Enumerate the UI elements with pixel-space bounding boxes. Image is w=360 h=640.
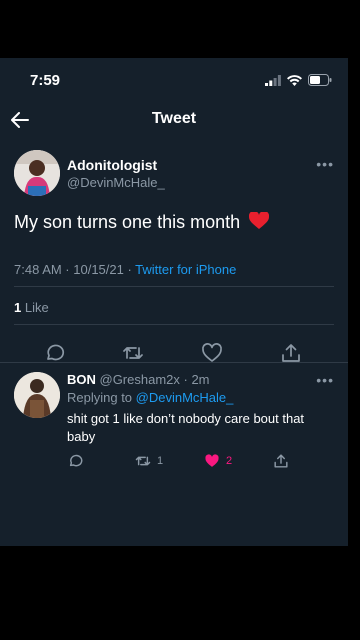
replying-to: Replying to @DevinMcHale_ xyxy=(67,390,233,405)
avatar-photo-icon xyxy=(14,372,60,418)
wifi-icon xyxy=(287,74,302,86)
status-bar: 7:59 xyxy=(0,58,348,102)
reply-author-name[interactable]: BON xyxy=(67,372,96,387)
app-screen: 7:59 Tweet Adonitologist @DevinMcHale_ •… xyxy=(0,58,348,546)
divider xyxy=(0,362,348,363)
tweet-text: My son turns one this month xyxy=(14,212,270,233)
reply-icon[interactable] xyxy=(43,342,65,364)
reply-author-avatar[interactable] xyxy=(14,372,60,418)
replying-to-label: Replying to xyxy=(67,390,136,405)
page-title: Tweet xyxy=(151,110,197,127)
retweet-count: 1 xyxy=(157,455,164,467)
status-icons xyxy=(265,74,332,86)
author-handle[interactable]: @DevinMcHale_ xyxy=(67,175,165,190)
liked-heart-icon xyxy=(205,454,219,467)
divider xyxy=(14,324,334,325)
retweet-icon[interactable] xyxy=(122,342,144,364)
divider xyxy=(14,286,334,287)
like-count: 2 xyxy=(226,455,233,467)
likes-label: Like xyxy=(21,300,49,315)
likes-count[interactable]: 1 Like xyxy=(14,300,49,315)
tweet-source-link[interactable]: Twitter for iPhone xyxy=(135,262,236,277)
share-icon xyxy=(274,454,288,468)
replying-to-mention[interactable]: @DevinMcHale_ xyxy=(136,390,234,405)
reply-icon xyxy=(69,454,83,467)
tweet-actions xyxy=(0,332,348,372)
reply-text: shit got 1 like don’t nobody care bout t… xyxy=(67,411,305,444)
reply-reply-button[interactable] xyxy=(67,452,83,470)
tweet-timestamp: 7:48 AM · 10/15/21 · xyxy=(14,262,136,277)
reply-more-options-button[interactable]: ••• xyxy=(316,372,334,388)
like-icon[interactable] xyxy=(201,342,223,364)
red-heart-icon xyxy=(249,212,270,229)
reply-share-button[interactable] xyxy=(273,452,289,470)
battery-icon xyxy=(308,74,332,86)
retweet-icon xyxy=(135,456,151,466)
share-icon[interactable] xyxy=(280,342,302,364)
status-time: 7:59 xyxy=(30,72,61,89)
reply-like-button[interactable]: 2 xyxy=(204,452,232,470)
tweet-meta: 7:48 AM · 10/15/21 · Twitter for iPhone xyxy=(14,262,236,277)
more-options-button[interactable]: ••• xyxy=(316,156,334,172)
top-nav: Tweet xyxy=(0,102,348,138)
reply-retweet-button[interactable]: 1 xyxy=(135,452,163,470)
tweet-text-content: My son turns one this month xyxy=(14,212,241,232)
reply-header: BON @Gresham2x · 2m xyxy=(67,372,210,387)
author-avatar[interactable] xyxy=(14,150,60,196)
author-name[interactable]: Adonitologist xyxy=(67,157,157,173)
reply-author-meta: @Gresham2x · 2m xyxy=(95,372,210,387)
signal-icon xyxy=(265,74,281,86)
avatar-photo-icon xyxy=(14,150,60,196)
